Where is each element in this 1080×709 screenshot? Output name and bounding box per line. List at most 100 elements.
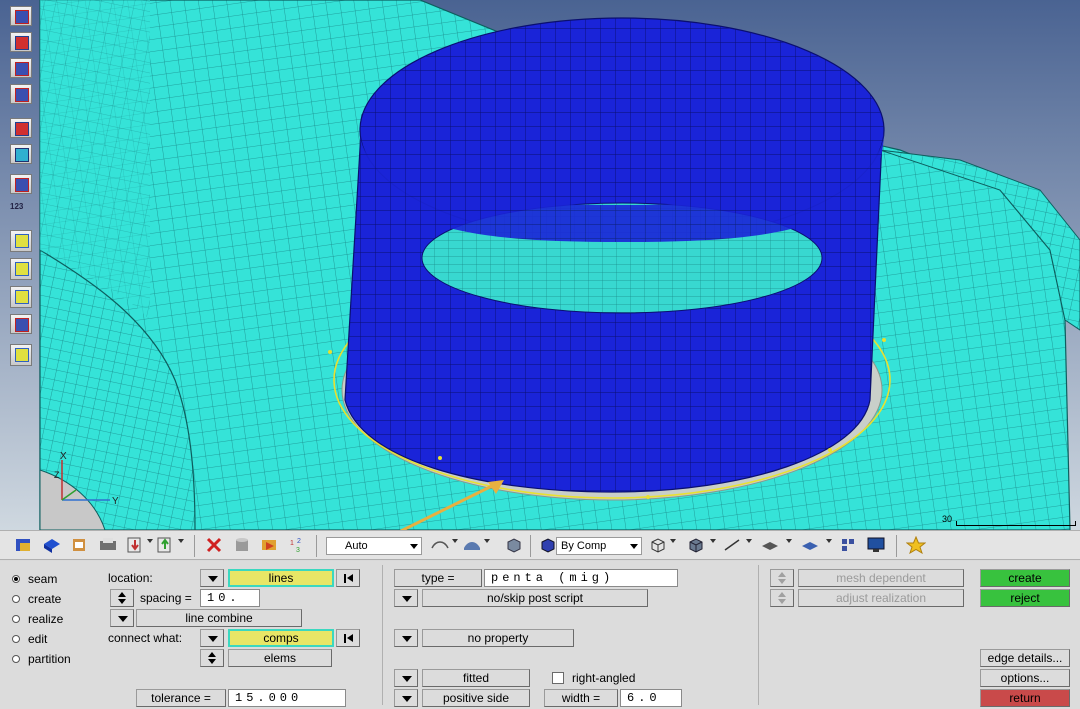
axis-x-label: X — [60, 452, 67, 462]
mode-seam-radio[interactable]: seam — [12, 571, 57, 587]
mode-partition-label: partition — [28, 652, 71, 666]
seam-point — [646, 495, 650, 499]
panel-divider — [382, 565, 383, 705]
graphics-viewport[interactable] — [0, 0, 1080, 530]
spacing-field[interactable]: 10. — [200, 589, 260, 607]
shaded-elements-icon[interactable] — [686, 536, 706, 554]
location-lines-button[interactable]: lines — [228, 569, 334, 587]
mesh-mode-combo[interactable]: Auto — [326, 537, 422, 555]
mode-create-radio[interactable]: create — [12, 591, 61, 607]
find-icon[interactable] — [10, 174, 32, 194]
spacing-label: spacing = — [140, 591, 192, 605]
import-icon[interactable] — [126, 536, 146, 554]
surface-icon[interactable] — [430, 536, 450, 554]
fitted-button[interactable]: fitted — [422, 669, 530, 687]
location-dropdown-button[interactable] — [200, 569, 224, 587]
solid-icon[interactable] — [42, 536, 62, 554]
monitor-icon[interactable] — [866, 536, 886, 554]
renumber-icon[interactable]: 1 2 3 — [288, 536, 308, 554]
options-button[interactable]: options... — [980, 669, 1070, 687]
shaded-plane-icon[interactable] — [800, 536, 820, 554]
side-dropdown-button[interactable] — [394, 689, 418, 707]
color-by-comp-icon[interactable] — [538, 536, 558, 554]
numbering-icon[interactable]: 123 — [10, 202, 23, 211]
elems-toggle-button[interactable] — [200, 649, 224, 667]
svg-text:2: 2 — [297, 538, 301, 545]
spacing-toggle-button[interactable] — [110, 589, 134, 607]
element-check-icon[interactable] — [10, 144, 32, 164]
mode-seam-label: seam — [28, 572, 58, 586]
radio-dot — [12, 575, 20, 583]
transform-icon[interactable] — [10, 314, 32, 334]
adjust-realization-button[interactable]: adjust realization — [798, 589, 964, 607]
axis-z-label: Z — [54, 470, 60, 480]
tolerance-label-button[interactable]: tolerance = — [136, 689, 226, 707]
print-icon[interactable] — [98, 536, 118, 554]
export-icon[interactable] — [156, 536, 176, 554]
display-icon[interactable] — [10, 58, 32, 78]
component-delete-icon[interactable] — [10, 32, 32, 52]
left-toolbar: 123 — [8, 6, 36, 366]
grid-icon[interactable] — [838, 536, 858, 554]
cube-icon[interactable] — [504, 536, 524, 554]
line-combine-button[interactable]: line combine — [136, 609, 302, 627]
axis-y-label: Y — [112, 496, 119, 507]
mode-edit-label: edit — [28, 632, 48, 646]
adjust-realization-toggle[interactable] — [770, 589, 794, 607]
create-button[interactable]: create — [980, 569, 1070, 587]
property-dropdown-button[interactable] — [394, 629, 418, 647]
width-field[interactable]: 6.0 — [620, 689, 682, 707]
axis-triad: X Y Z — [48, 451, 128, 512]
table-icon[interactable] — [10, 118, 32, 138]
reject-button[interactable]: reject — [980, 589, 1070, 607]
edge-details-button[interactable]: edge details... — [980, 649, 1070, 667]
plane-icon[interactable] — [760, 536, 780, 554]
type-field[interactable]: penta (mig) — [484, 569, 678, 587]
connect-what-label: connect what: — [108, 631, 183, 645]
delete-icon[interactable] — [204, 536, 224, 554]
hide-icon[interactable] — [260, 536, 280, 554]
measure-icon[interactable] — [10, 230, 32, 252]
return-button[interactable]: return — [980, 689, 1070, 707]
mesh-mode-value: Auto — [345, 540, 368, 552]
seam-point — [828, 448, 832, 452]
favorite-star-icon[interactable] — [906, 536, 926, 554]
mesh-dependent-toggle[interactable] — [770, 569, 794, 587]
post-script-dropdown-button[interactable] — [394, 589, 418, 607]
mode-partition-radio[interactable]: partition — [12, 651, 71, 667]
elems-button[interactable]: elems — [228, 649, 332, 667]
right-angled-checkbox[interactable] — [552, 672, 564, 684]
cylinder-icon[interactable] — [232, 536, 252, 554]
tolerance-field[interactable]: 15.000 — [228, 689, 346, 707]
positive-side-button[interactable]: positive side — [422, 689, 530, 707]
post-script-button[interactable]: no/skip post script — [422, 589, 648, 607]
radio-dot — [12, 595, 20, 603]
connect-what-dropdown-button[interactable] — [200, 629, 224, 647]
connect-comps-button[interactable]: comps — [228, 629, 334, 647]
radio-dot — [12, 655, 20, 663]
line-combine-dropdown-button[interactable] — [110, 609, 134, 627]
connect-reset-button[interactable] — [336, 629, 360, 647]
radio-dot — [12, 635, 20, 643]
label-abc-icon[interactable] — [10, 258, 32, 280]
scale-label: 30 — [942, 514, 953, 524]
mesh-dependent-button[interactable]: mesh dependent — [798, 569, 964, 587]
wireframe-icon[interactable] — [648, 536, 668, 554]
location-reset-button[interactable] — [336, 569, 360, 587]
mesh-icon[interactable] — [10, 84, 32, 104]
line-icon[interactable] — [722, 536, 742, 554]
shape-icon[interactable] — [10, 344, 32, 366]
svg-text:1: 1 — [290, 540, 294, 547]
mode-edit-radio[interactable]: edit — [12, 631, 47, 647]
label-abc-down-icon[interactable] — [10, 286, 32, 308]
color-mode-combo[interactable]: By Comp — [556, 537, 642, 555]
property-button[interactable]: no property — [422, 629, 574, 647]
shaded-surface-icon[interactable] — [462, 536, 482, 554]
load-icon[interactable] — [70, 536, 90, 554]
component-color-icon[interactable] — [14, 536, 34, 554]
width-label-button[interactable]: width = — [544, 689, 618, 707]
component-icon[interactable] — [10, 6, 32, 26]
fitted-dropdown-button[interactable] — [394, 669, 418, 687]
mode-realize-radio[interactable]: realize — [12, 611, 63, 627]
type-label-button[interactable]: type = — [394, 569, 482, 587]
